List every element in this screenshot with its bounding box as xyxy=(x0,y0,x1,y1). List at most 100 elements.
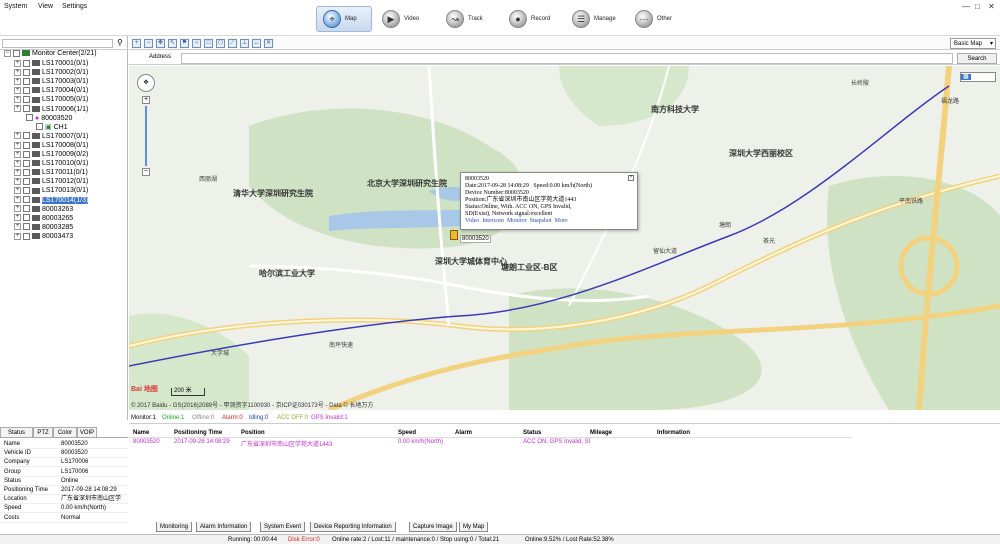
tree-item[interactable]: +80003285 xyxy=(14,223,73,232)
tab-voip[interactable]: VOIP xyxy=(77,427,97,437)
tab-capture-image[interactable]: Capture Image xyxy=(409,522,457,532)
tree-item[interactable]: + LS170013(0/1) xyxy=(14,186,88,195)
popup-link-monitor[interactable]: Monitor xyxy=(507,218,527,224)
expand-icon[interactable]: + xyxy=(14,68,21,76)
flag-icon[interactable]: ⚑ xyxy=(180,39,189,48)
tree-item[interactable]: + LS170008(0/1) xyxy=(14,141,88,150)
zoom-slider[interactable] xyxy=(145,106,147,166)
checkbox[interactable] xyxy=(23,105,30,113)
tree-item[interactable]: + LS170011(0/1) xyxy=(14,168,88,177)
col-speed[interactable]: Speed xyxy=(398,430,416,436)
tree-item[interactable]: + LS170009(0/2) xyxy=(14,150,88,159)
expand-icon[interactable]: + xyxy=(14,232,21,240)
monitor-accoff[interactable]: ACC OFF:0 xyxy=(277,412,308,424)
expand-icon[interactable]: + xyxy=(14,132,21,140)
checkbox[interactable] xyxy=(23,205,30,213)
polygon-icon[interactable]: ⬠ xyxy=(216,39,225,48)
maximize-button[interactable]: □ xyxy=(975,2,980,11)
circle-icon[interactable]: ○ xyxy=(192,39,201,48)
checkbox[interactable] xyxy=(23,232,30,240)
tree-item[interactable]: + LS170005(0/1) xyxy=(14,95,88,104)
zoom-out-icon[interactable]: − xyxy=(144,39,153,48)
monitor-gps-invalid[interactable]: GPS Invalid:1 xyxy=(311,412,348,424)
nav-manage-button[interactable]: ☰ Manage xyxy=(566,6,628,32)
popup-link-more[interactable]: More xyxy=(555,218,568,224)
tree-search-input[interactable] xyxy=(2,39,113,48)
tab-my-map[interactable]: My Map xyxy=(459,522,489,532)
tab-ptz[interactable]: PTZ xyxy=(33,427,53,437)
tree-item[interactable]: ▣ CH1 xyxy=(36,123,68,132)
tab-color[interactable]: Color xyxy=(53,427,77,437)
tree-item[interactable]: +80003473 xyxy=(14,232,73,241)
tree-item[interactable]: + LS170006(1/1) xyxy=(14,105,88,114)
pan-control[interactable]: ✥ xyxy=(137,74,155,92)
menu-system[interactable]: System xyxy=(4,3,27,10)
tab-monitoring[interactable]: Monitoring xyxy=(156,522,193,532)
pan-icon[interactable]: ✥ xyxy=(156,39,165,48)
checkbox[interactable] xyxy=(36,123,43,131)
tree-item[interactable]: ● 80003520 xyxy=(26,114,72,123)
tree-item[interactable]: + LS170004(0/1) xyxy=(14,86,88,95)
checkbox[interactable] xyxy=(23,223,30,231)
address-input[interactable] xyxy=(181,53,953,64)
expand-icon[interactable]: + xyxy=(14,168,21,176)
col-name[interactable]: Name xyxy=(133,430,149,436)
checkbox[interactable] xyxy=(26,114,33,122)
tree-item[interactable]: + LS170001(0/1) xyxy=(14,59,88,68)
checkbox[interactable] xyxy=(23,141,30,149)
expand-icon[interactable]: + xyxy=(14,96,21,104)
map-type-select[interactable]: Basic Map ▾ xyxy=(950,38,996,49)
expand-icon[interactable]: + xyxy=(14,223,21,231)
expand-icon[interactable]: + xyxy=(14,187,21,195)
checkbox[interactable] xyxy=(23,196,30,204)
tree-item[interactable]: + LS170007(0/1) xyxy=(14,132,88,141)
popup-link-snapshot[interactable]: Snapshot xyxy=(530,218,552,224)
menu-view[interactable]: View xyxy=(38,3,53,10)
tab-alarm-information[interactable]: Alarm Information xyxy=(196,522,252,532)
vehicle-marker-icon[interactable] xyxy=(450,230,458,240)
ruler-icon[interactable]: ⊥ xyxy=(240,39,249,48)
rectangle-icon[interactable]: □ xyxy=(204,39,213,48)
tab-system-event[interactable]: System Event xyxy=(260,522,306,532)
line-icon[interactable]: ⟋ xyxy=(228,39,237,48)
expand-icon[interactable]: + xyxy=(14,86,21,94)
nav-other-button[interactable]: ⋯ Other xyxy=(629,6,685,32)
zoom-in-icon[interactable]: + xyxy=(132,39,141,48)
clear-icon[interactable]: ✕ xyxy=(264,39,273,48)
tree-item[interactable]: + LS170003(0/1) xyxy=(14,77,88,86)
nav-map-button[interactable]: ⌖ Map xyxy=(316,6,372,32)
select-icon[interactable]: ↖ xyxy=(168,39,177,48)
checkbox[interactable] xyxy=(23,59,30,67)
tree-item[interactable]: + LS170014(1/3) xyxy=(14,196,89,205)
nav-track-button[interactable]: ↝ Track xyxy=(440,6,496,32)
tree-item[interactable]: + LS170012(0/1) xyxy=(14,177,88,186)
tab-device-reporting[interactable]: Device Reporting Information xyxy=(310,522,396,532)
expand-icon[interactable]: + xyxy=(14,214,21,222)
zoom-in-button[interactable]: + xyxy=(142,96,150,104)
checkbox[interactable] xyxy=(23,187,30,195)
expand-icon[interactable]: + xyxy=(14,77,21,85)
expand-icon[interactable]: + xyxy=(14,196,21,204)
checkbox[interactable] xyxy=(23,68,30,76)
tree-root[interactable]: − Monitor Center(2/21) xyxy=(4,49,97,58)
search-icon[interactable]: ⚲ xyxy=(117,38,123,47)
monitor-all[interactable]: Monitor:1 xyxy=(131,412,156,424)
tree-item[interactable]: + LS170010(0/1) xyxy=(14,159,88,168)
col-information[interactable]: Information xyxy=(657,430,690,436)
col-position[interactable]: Position xyxy=(241,430,265,436)
popup-link-intercom[interactable]: Intercom xyxy=(482,218,504,224)
map-view[interactable]: 南方科技大学 北京大学深圳研究生院 清华大学深圳研究生院 深圳大学西丽校区 哈尔滨工业大… xyxy=(129,66,1000,410)
measure-icon[interactable]: ↔ xyxy=(252,39,261,48)
col-positioning-time[interactable]: Positioning Time xyxy=(174,430,222,436)
monitor-idling[interactable]: Idling:0 xyxy=(249,412,268,424)
tree-item[interactable]: + LS170002(0/1) xyxy=(14,68,88,77)
monitor-alarm[interactable]: Alarm:0 xyxy=(222,412,243,424)
minimize-button[interactable]: — xyxy=(962,2,970,11)
checkbox[interactable] xyxy=(23,150,30,158)
expand-icon[interactable]: + xyxy=(14,159,21,167)
checkbox[interactable] xyxy=(23,132,30,140)
expand-icon[interactable]: + xyxy=(14,177,21,185)
search-button[interactable]: Search xyxy=(957,53,997,64)
popup-link-video[interactable]: Video xyxy=(465,218,479,224)
expand-icon[interactable]: + xyxy=(14,205,21,213)
